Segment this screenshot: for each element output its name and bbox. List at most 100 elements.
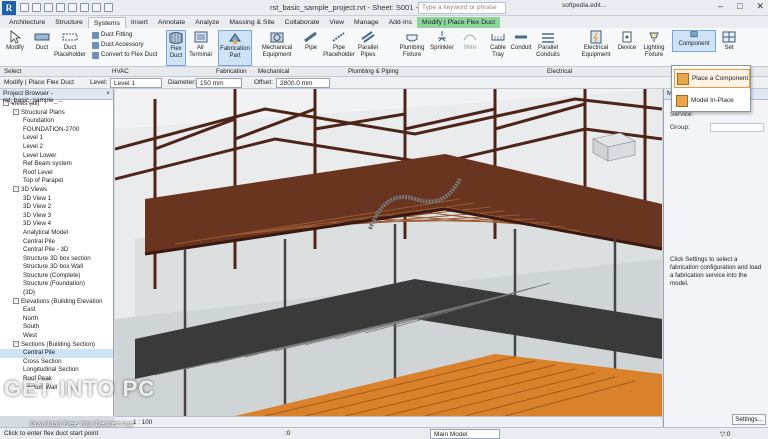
collapse-toggle-icon[interactable]: - [13, 186, 19, 193]
convert-to-flex-duct-button[interactable]: Convert to Flex Duct [92, 50, 157, 60]
air-terminal-button[interactable]: Air Terminal [188, 30, 213, 59]
tree-item[interactable]: - Sections (Building Section) [0, 341, 113, 350]
collapse-toggle-icon[interactable]: - [13, 108, 19, 115]
place-component-menu-item[interactable]: Place a Component [674, 69, 750, 88]
tab-insert[interactable]: Insert [126, 17, 153, 28]
tree-item[interactable]: Level 2 [0, 143, 113, 152]
redo-icon[interactable] [56, 3, 65, 12]
tree-item[interactable]: - Structural Plans [0, 109, 113, 118]
3d-view-icon[interactable] [104, 3, 113, 12]
tree-item[interactable]: South [0, 323, 113, 332]
tree-item[interactable]: FOUNDATION-2700 [0, 126, 113, 135]
tree-item[interactable]: Level 1 [0, 134, 113, 143]
tab-structure[interactable]: Structure [50, 17, 88, 28]
tree-item[interactable]: Ref Beam system [0, 160, 113, 169]
tree-item[interactable]: Analytical Model [0, 229, 113, 238]
tree-item[interactable]: Structure (Foundation) [0, 280, 113, 289]
plumbing-fixture-button[interactable]: Plumbing Fixture [397, 30, 427, 59]
tree-item[interactable]: Central Pile [0, 349, 113, 358]
pipe-button[interactable]: Pipe [302, 30, 320, 52]
tree-item[interactable]: Central Pile [0, 238, 113, 247]
tree-item[interactable]: 3D View 2 [0, 203, 113, 212]
duct-button[interactable]: Duct [31, 30, 53, 52]
sprinkler-button[interactable]: Sprinkler [430, 30, 454, 52]
3d-viewport[interactable] [115, 89, 662, 416]
electrical-equipment-button[interactable]: Electrical Equipment [579, 30, 613, 59]
fabrication-part-button[interactable]: Fabrication Part [218, 30, 252, 66]
duct-fitting-button[interactable]: Duct Fitting [92, 30, 157, 40]
parallel-conduits-button[interactable]: Parallel Conduits [533, 30, 563, 59]
settings-button[interactable]: Settings... [732, 414, 766, 425]
tab-collaborate[interactable]: Collaborate [280, 17, 325, 28]
tree-item[interactable]: West [0, 332, 113, 341]
close-icon[interactable]: ✕ [756, 1, 764, 12]
device-button[interactable]: Device [617, 30, 637, 52]
measure-icon[interactable] [80, 3, 89, 12]
tab-manage[interactable]: Manage [349, 17, 384, 28]
print-icon[interactable] [68, 3, 77, 12]
tree-item[interactable]: Roof Level [0, 169, 113, 178]
select-panel-label[interactable]: Select [4, 68, 21, 75]
revit-logo-icon[interactable]: R [2, 1, 16, 15]
tree-item[interactable]: 3D View 4 [0, 220, 113, 229]
tree-item[interactable]: - Elevations (Building Elevation [0, 298, 113, 307]
save-icon[interactable] [32, 3, 41, 12]
set-button[interactable]: Set [720, 30, 738, 52]
filter-icon[interactable]: ▽:0 [720, 430, 730, 438]
model-in-place-menu-item[interactable]: Model In-Place [674, 91, 750, 110]
view-scale[interactable]: 1 : 100 [133, 419, 152, 426]
minimize-icon[interactable]: – [718, 1, 723, 12]
collapse-toggle-icon[interactable]: - [13, 340, 19, 347]
search-input[interactable]: Type a keyword or phrase [418, 2, 506, 14]
duct-accessory-button[interactable]: Duct Accessory [92, 40, 157, 50]
tree-item[interactable]: East [0, 306, 113, 315]
diameter-select[interactable]: 150 mm [196, 78, 242, 88]
open-icon[interactable] [20, 3, 29, 12]
tree-item[interactable]: 3D View 3 [0, 212, 113, 221]
tab-massing-site[interactable]: Massing & Site [224, 17, 279, 28]
tree-item[interactable]: -3D Views [0, 186, 113, 195]
component-button[interactable]: Component [672, 30, 716, 52]
tree-item[interactable]: Cross Section [0, 358, 113, 367]
3d-model-render[interactable] [115, 89, 662, 416]
text-icon[interactable] [92, 3, 101, 12]
active-model-select[interactable]: Main Model [430, 429, 500, 439]
tree-item[interactable]: Structure 3D box Wall [0, 263, 113, 272]
tab-systems[interactable]: Systems [87, 17, 126, 28]
tab-architecture[interactable]: Architecture [4, 17, 50, 28]
tree-item[interactable]: Longitudinal Section [0, 366, 113, 375]
modify-button[interactable]: Modify [3, 30, 27, 52]
wire-button[interactable]: Wire [462, 30, 478, 52]
tab-analyze[interactable]: Analyze [190, 17, 224, 28]
conduit-button[interactable]: Conduit [509, 30, 533, 52]
tab-add-ins[interactable]: Add-Ins [384, 17, 417, 28]
tab-annotate[interactable]: Annotate [153, 17, 190, 28]
parallel-pipes-button[interactable]: Parallel Pipes [356, 30, 380, 59]
duct-placeholder-button[interactable]: Duct Placeholder [53, 30, 87, 59]
maximize-icon[interactable]: □ [737, 1, 742, 12]
offset-input[interactable]: 2800.0 mm [276, 78, 330, 88]
tab-view[interactable]: View [324, 17, 349, 28]
pipe-placeholder-button[interactable]: Pipe Placeholder [322, 30, 356, 59]
tree-item[interactable]: Top of Parapet [0, 177, 113, 186]
device-icon [622, 31, 632, 43]
level-select[interactable]: Level 1 [110, 78, 162, 88]
tree-item[interactable]: Central Pile - 3D [0, 246, 113, 255]
tree-item[interactable]: Foundation [0, 117, 113, 126]
tree-item[interactable]: North [0, 315, 113, 324]
lighting-fixture-button[interactable]: Lighting Fixture [641, 30, 667, 59]
tree-item[interactable]: {3D} [0, 289, 113, 298]
flex-duct-button[interactable]: Flex Duct [166, 30, 186, 66]
tree-item[interactable]: Structure (Complete) [0, 272, 113, 281]
user-account[interactable]: softpedia.edit... [562, 2, 606, 9]
cable-tray-button[interactable]: Cable Tray [487, 30, 509, 59]
collapse-toggle-icon[interactable]: - [13, 298, 19, 305]
tree-item[interactable]: Structure 3D box section [0, 255, 113, 264]
close-icon[interactable]: × [106, 90, 110, 97]
tree-item[interactable]: Level Lower [0, 152, 113, 161]
tab-modify-place-flex-duct[interactable]: Modify | Place Flex Duct [417, 17, 501, 28]
tree-item[interactable]: 3D View 1 [0, 195, 113, 204]
undo-icon[interactable] [44, 3, 53, 12]
mechanical-equipment-button[interactable]: Mechanical Equipment [258, 30, 296, 59]
group-select[interactable] [710, 123, 764, 132]
